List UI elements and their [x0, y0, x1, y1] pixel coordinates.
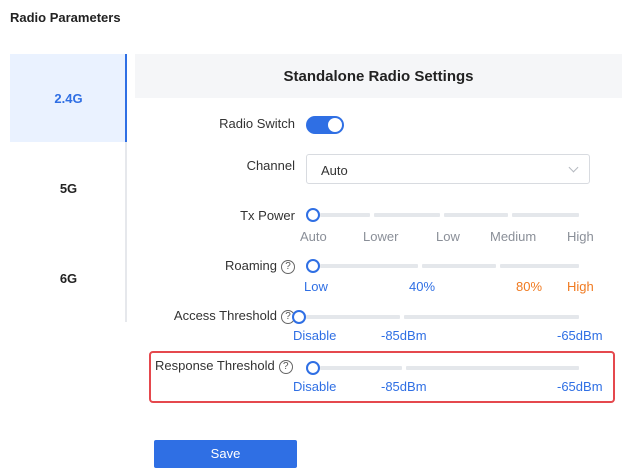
response-threshold-slider[interactable]	[306, 361, 579, 375]
slider-segment	[422, 264, 496, 268]
roaming-tick-40: 40%	[409, 279, 436, 294]
access-threshold-label-text: Access Threshold	[173, 308, 277, 323]
radio-switch-label: Radio Switch	[219, 116, 295, 131]
chevron-down-icon	[568, 162, 579, 173]
tx-power-tick-medium: Medium	[490, 229, 537, 244]
slider-segment	[374, 213, 440, 217]
roaming-label-text: Roaming	[224, 258, 277, 273]
tab-6g[interactable]: 6G	[10, 234, 127, 322]
slider-segment	[406, 366, 579, 370]
tx-power-slider-handle[interactable]	[306, 208, 320, 222]
channel-select-value: Auto	[321, 163, 348, 178]
slider-segment	[320, 213, 370, 217]
page-title: Radio Parameters	[10, 10, 121, 25]
slider-segment	[306, 315, 400, 319]
roaming-slider[interactable]	[306, 259, 579, 273]
tab-5g[interactable]: 5G	[10, 144, 127, 232]
roaming-slider-handle[interactable]	[306, 259, 320, 273]
tx-power-label: Tx Power	[240, 208, 295, 223]
slider-segment	[320, 264, 418, 268]
response-tick-85dbm: -85dBm	[381, 379, 427, 394]
panel-title: Standalone Radio Settings	[135, 54, 622, 98]
response-threshold-label-text: Response Threshold	[155, 358, 275, 373]
slider-segment	[512, 213, 579, 217]
band-tabs: 2.4G 5G 6G	[10, 54, 127, 322]
response-tick-disable: Disable	[293, 379, 337, 394]
roaming-tick-low: Low	[304, 279, 328, 294]
access-tick-85dbm: -85dBm	[381, 328, 427, 343]
slider-segment	[404, 315, 579, 319]
response-threshold-slider-handle[interactable]	[306, 361, 320, 375]
access-threshold-slider-handle[interactable]	[292, 310, 306, 324]
channel-label: Channel	[246, 158, 295, 173]
roaming-tick-80: 80%	[516, 279, 543, 294]
response-tick-65dbm: -65dBm	[557, 379, 603, 394]
access-tick-disable: Disable	[293, 328, 337, 343]
access-threshold-label: Access Threshold?	[174, 308, 295, 324]
slider-segment	[500, 264, 579, 268]
tx-power-tick-lower: Lower	[363, 229, 399, 244]
tx-power-tick-low: Low	[436, 229, 460, 244]
roaming-tick-high: High	[567, 279, 594, 294]
access-threshold-slider[interactable]	[292, 310, 579, 324]
tx-power-tick-high: High	[567, 229, 594, 244]
channel-select[interactable]: Auto	[306, 154, 590, 184]
slider-segment	[320, 366, 402, 370]
access-tick-65dbm: -65dBm	[557, 328, 603, 343]
response-threshold-label: Response Threshold?	[155, 358, 293, 374]
save-button[interactable]: Save	[154, 440, 297, 468]
tx-power-tick-auto: Auto	[300, 229, 327, 244]
tab-2-4g[interactable]: 2.4G	[10, 54, 127, 142]
help-icon[interactable]: ?	[278, 360, 293, 374]
roaming-label: Roaming?	[225, 258, 295, 274]
help-icon[interactable]: ?	[281, 260, 295, 274]
slider-segment	[444, 213, 508, 217]
toggle-knob	[328, 118, 342, 132]
tx-power-slider[interactable]	[306, 208, 579, 222]
radio-switch-toggle[interactable]	[306, 116, 344, 134]
